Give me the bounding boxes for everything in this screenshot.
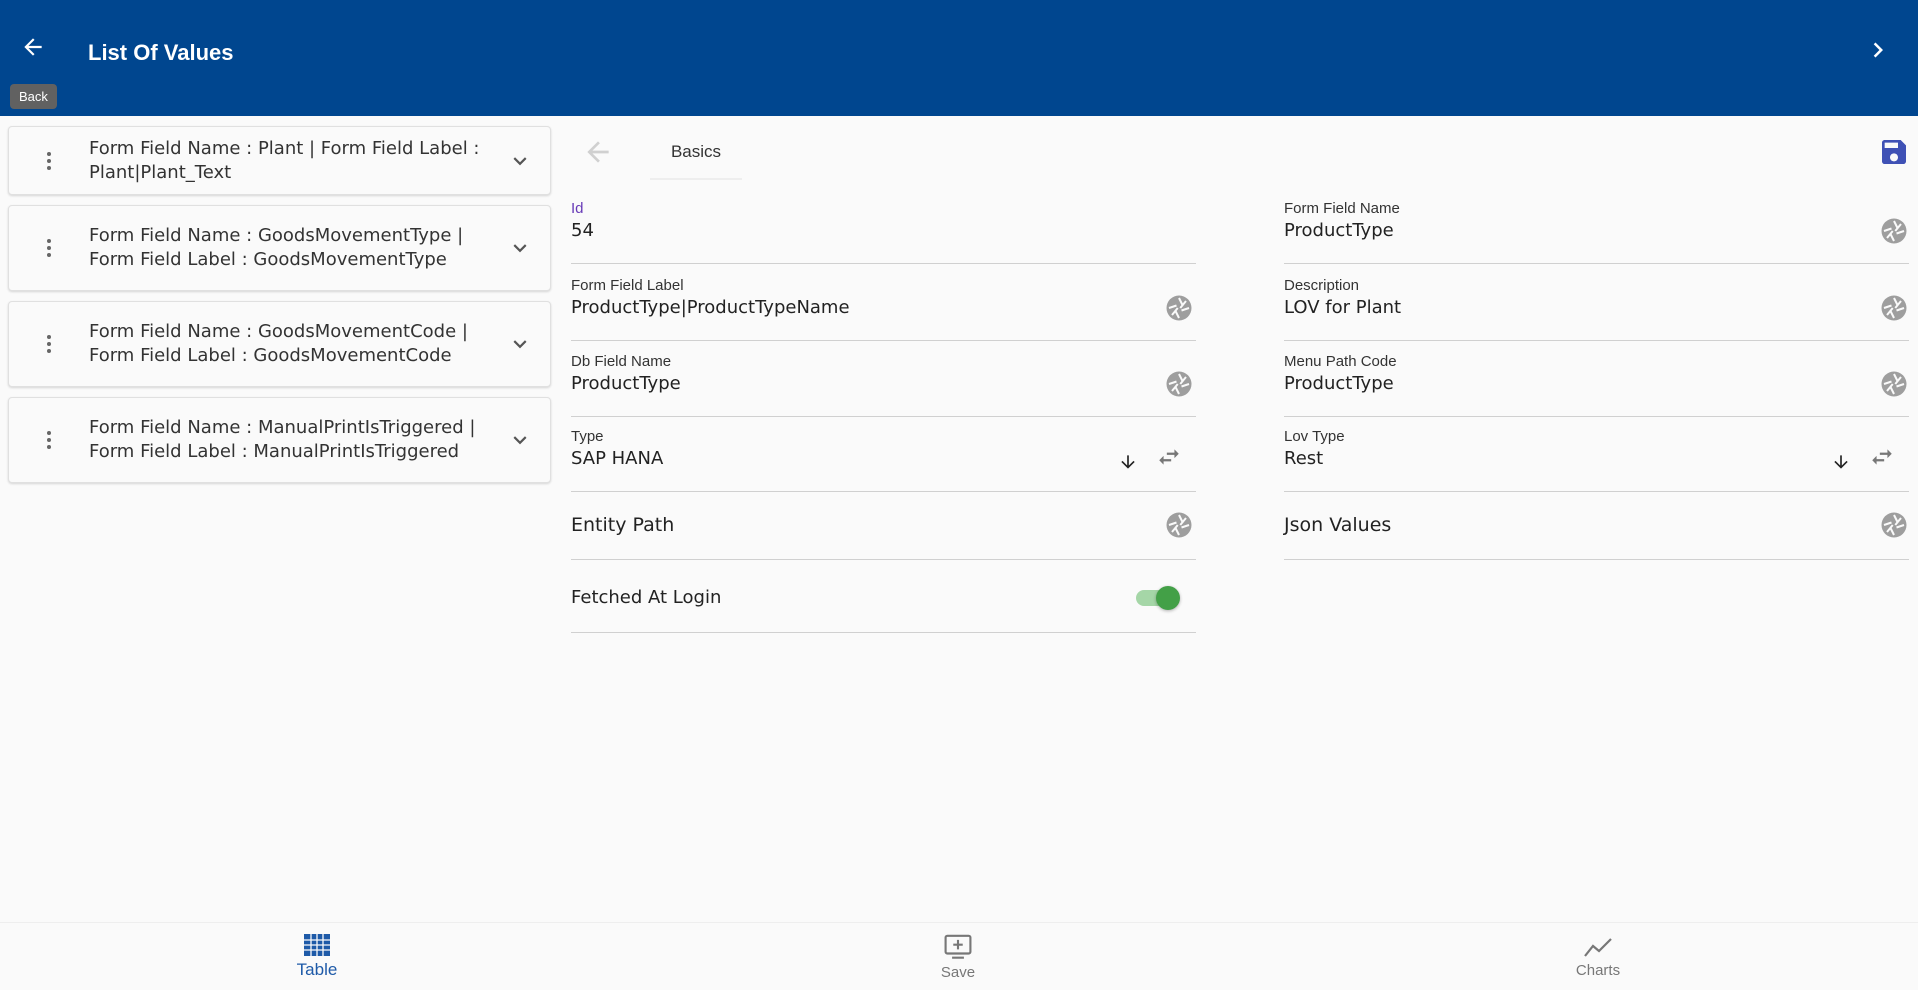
- arrow-down-icon[interactable]: [1831, 452, 1851, 472]
- lov-type-select[interactable]: Lov Type Rest: [1284, 416, 1909, 492]
- record-list: Form Field Name : Plant | Form Field Lab…: [8, 126, 551, 493]
- nav-save[interactable]: Save: [858, 923, 1058, 990]
- list-item-text: Form Field Name : GoodsMovementCode | Fo…: [89, 321, 468, 366]
- aperture-icon[interactable]: [1879, 293, 1909, 323]
- back-tooltip: Back: [10, 84, 57, 109]
- aperture-icon[interactable]: [1164, 510, 1194, 540]
- id-field[interactable]: Id 54: [571, 188, 1196, 264]
- type-select[interactable]: Type SAP HANA: [571, 416, 1196, 492]
- json-values-field[interactable]: Json Values: [1284, 492, 1909, 560]
- list-item[interactable]: Form Field Name : GoodsMovementType | Fo…: [8, 205, 551, 291]
- line-chart-icon: [1584, 937, 1612, 957]
- json-values-label: Json Values: [1284, 514, 1392, 536]
- aperture-icon[interactable]: [1164, 369, 1194, 399]
- aperture-icon[interactable]: [1164, 293, 1194, 323]
- aperture-icon[interactable]: [1879, 369, 1909, 399]
- add-to-screen-icon: [944, 934, 972, 959]
- arrow-left-icon: [24, 38, 42, 56]
- chevron-down-icon[interactable]: [490, 427, 550, 453]
- table-grid-icon: [304, 934, 330, 956]
- list-item[interactable]: Form Field Name : Plant | Form Field Lab…: [8, 126, 551, 195]
- form-field-name-label: Form Field Name: [1284, 200, 1400, 217]
- nav-charts-label: Charts: [1575, 961, 1621, 979]
- aperture-icon[interactable]: [1879, 510, 1909, 540]
- form-field-label-label: Form Field Label: [571, 277, 684, 294]
- form-field-label-value: ProductType|ProductTypeName: [571, 297, 850, 318]
- description-label: Description: [1284, 277, 1360, 294]
- fetched-at-login-field: Fetched At Login: [571, 560, 1196, 633]
- type-value: SAP HANA: [571, 448, 664, 469]
- list-item-text: Form Field Name : GoodsMovementType | Fo…: [89, 225, 464, 270]
- list-item-text: Form Field Name : Plant | Form Field Lab…: [89, 137, 480, 183]
- fetched-at-login-label: Fetched At Login: [571, 587, 722, 608]
- nav-save-label: Save: [940, 963, 976, 981]
- nav-table[interactable]: Table: [217, 923, 417, 990]
- tab-basics[interactable]: Basics: [650, 126, 742, 180]
- lov-type-value: Rest: [1284, 448, 1324, 469]
- list-item[interactable]: Form Field Name : GoodsMovementCode | Fo…: [8, 301, 551, 387]
- form-field-name-field[interactable]: Form Field Name ProductType: [1284, 188, 1909, 264]
- back-button[interactable]: [8, 22, 58, 72]
- bottom-nav: Table Save Charts: [0, 922, 1918, 990]
- chevron-down-icon[interactable]: [490, 148, 550, 174]
- chevron-down-icon[interactable]: [490, 235, 550, 261]
- chevron-down-icon[interactable]: [490, 331, 550, 357]
- db-field-name-value: ProductType: [571, 373, 681, 394]
- list-item-text: Form Field Name : ManualPrintIsTriggered…: [89, 417, 476, 462]
- lov-type-label: Lov Type: [1284, 428, 1345, 445]
- floppy-disk-icon[interactable]: [1878, 136, 1910, 168]
- next-button[interactable]: [1858, 30, 1898, 70]
- more-vert-icon[interactable]: [9, 332, 89, 356]
- id-label: Id: [571, 200, 584, 217]
- tab-bar: Basics: [570, 126, 1910, 182]
- nav-table-label: Table: [296, 960, 338, 979]
- menu-path-code-label: Menu Path Code: [1284, 353, 1397, 370]
- page-title: List Of Values: [88, 40, 234, 65]
- menu-path-code-value: ProductType: [1284, 373, 1394, 394]
- more-vert-icon[interactable]: [9, 236, 89, 260]
- description-field[interactable]: Description LOV for Plant: [1284, 265, 1909, 341]
- type-label: Type: [571, 428, 604, 445]
- arrow-down-icon[interactable]: [1118, 452, 1138, 472]
- detail-panel: Basics Id 54 Form Field Name ProductType…: [570, 126, 1910, 916]
- swap-horizontal-icon[interactable]: [1156, 444, 1182, 470]
- app-bar: Back List Of Values: [0, 0, 1918, 116]
- nav-charts[interactable]: Charts: [1498, 923, 1698, 990]
- arrow-left-icon: [587, 141, 609, 163]
- aperture-icon[interactable]: [1879, 216, 1909, 246]
- entity-path-field[interactable]: Entity Path: [571, 492, 1196, 560]
- list-item[interactable]: Form Field Name : ManualPrintIsTriggered…: [8, 397, 551, 483]
- toggle-knob: [1156, 586, 1180, 610]
- fetched-at-login-toggle[interactable]: [1136, 586, 1180, 610]
- form-field-name-value: ProductType: [1284, 220, 1394, 241]
- more-vert-icon[interactable]: [9, 428, 89, 452]
- chevron-right-icon: [1873, 42, 1883, 58]
- db-field-name-field[interactable]: Db Field Name ProductType: [571, 341, 1196, 417]
- menu-path-code-field[interactable]: Menu Path Code ProductType: [1284, 341, 1909, 417]
- form-field-label-field[interactable]: Form Field Label ProductType|ProductType…: [571, 265, 1196, 341]
- more-vert-icon[interactable]: [9, 149, 89, 173]
- db-field-name-label: Db Field Name: [571, 353, 672, 370]
- id-value: 54: [571, 220, 594, 241]
- swap-horizontal-icon[interactable]: [1869, 444, 1895, 470]
- entity-path-label: Entity Path: [571, 514, 675, 536]
- description-value: LOV for Plant: [1284, 297, 1402, 318]
